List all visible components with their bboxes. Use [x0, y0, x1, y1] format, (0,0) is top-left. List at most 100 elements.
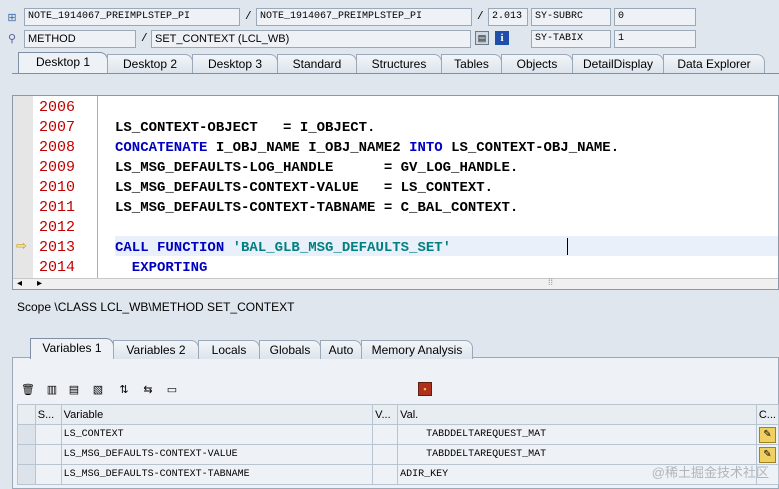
status-cell: [34, 424, 62, 445]
status-cell: [34, 464, 62, 485]
value-cell[interactable]: TABDDELTAREQUEST_MAT: [397, 424, 757, 445]
code-line[interactable]: CONCATENATE I_OBJ_NAME I_OBJ_NAME2 INTO …: [115, 138, 619, 158]
variable-cell[interactable]: LS_MSG_DEFAULTS-CONTEXT-TABNAME: [60, 464, 374, 485]
string-token: 'BAL_GLB_MSG_DEFAULTS_SET': [232, 240, 452, 256]
info-icon[interactable]: i: [495, 31, 509, 45]
tab-data-explorer[interactable]: Data Explorer: [663, 54, 765, 73]
load-icon[interactable]: ▤: [66, 382, 82, 398]
desktop-tabs: Desktop 1 Desktop 2 Desktop 3 Standard S…: [18, 52, 765, 73]
display-icon[interactable]: ▤: [475, 31, 489, 45]
sort-icon[interactable]: ⇅: [116, 382, 132, 398]
open-folder-icon[interactable]: ▭: [164, 382, 180, 398]
event-name-field: SET_CONTEXT (LCL_WB): [151, 30, 471, 48]
row-selector[interactable]: [17, 464, 36, 485]
column-header-value[interactable]: Val.: [397, 404, 757, 425]
watermark: @稀土掘金技术社区: [651, 465, 769, 480]
include-field: NOTE_1914067_PREIMPLSTEP_PI: [256, 8, 472, 26]
keyword-token: EXPORTING: [115, 260, 208, 276]
separator: /: [477, 11, 484, 23]
tab-desktop-1[interactable]: Desktop 1: [18, 52, 108, 73]
line-number: 2011: [39, 199, 76, 216]
edit-pencil-icon[interactable]: ✎: [758, 426, 776, 443]
code-line[interactable]: LS_MSG_DEFAULTS-CONTEXT-VALUE = LS_CONTE…: [115, 178, 493, 198]
variable-cell[interactable]: LS_CONTEXT: [60, 424, 374, 445]
line-number: 2007: [39, 119, 76, 136]
program-field: NOTE_1914067_PREIMPLSTEP_PI: [24, 8, 240, 26]
v-cell: [372, 464, 399, 485]
code-line[interactable]: EXPORTING: [115, 258, 208, 278]
keyword-token: CALL FUNCTION: [115, 240, 225, 256]
column-header-c[interactable]: C...: [755, 404, 779, 425]
tab-variables-2[interactable]: Variables 2: [113, 340, 199, 359]
separator: /: [245, 11, 252, 23]
tab-structures[interactable]: Structures: [356, 54, 442, 73]
code-token: LS_CONTEXT-OBJECT = I_OBJECT.: [115, 120, 376, 136]
line-number-separator: [97, 96, 98, 278]
tab-memory-analysis[interactable]: Memory Analysis: [361, 340, 473, 359]
line-number: 2008: [39, 139, 76, 156]
line-number: 2006: [39, 99, 76, 116]
code-token: LS_MSG_DEFAULTS-LOG_HANDLE = GV_LOG_HAND…: [115, 160, 519, 176]
variable-tabs: Variables 1 Variables 2 Locals Globals A…: [30, 338, 473, 359]
line-number: 2009: [39, 159, 76, 176]
sysvar1-value: 0: [614, 8, 696, 26]
code-token: LS_MSG_DEFAULTS-CONTEXT-TABNAME = C_BAL_…: [115, 200, 519, 216]
sysvar2-value: 1: [614, 30, 696, 48]
status-cell: [34, 444, 62, 465]
code-line[interactable]: CALL FUNCTION 'BAL_GLB_MSG_DEFAULTS_SET': [115, 238, 451, 258]
change-cell[interactable]: ✎: [755, 424, 779, 445]
scroll-grip-icon[interactable]: ⁞⁞: [548, 277, 553, 287]
code-line[interactable]: LS_CONTEXT-OBJECT = I_OBJECT.: [115, 118, 375, 138]
separator: /: [141, 33, 148, 45]
tab-desktop-2[interactable]: Desktop 2: [107, 54, 193, 73]
save-variables-icon[interactable]: ▧: [90, 382, 106, 398]
tab-detail-display[interactable]: DetailDisplay: [572, 54, 664, 73]
delete-all-icon[interactable]: ▥: [44, 382, 60, 398]
code-token: LS_CONTEXT-OBJ_NAME.: [442, 140, 620, 156]
event-type-field: METHOD: [24, 30, 136, 48]
horizontal-scrollbar[interactable]: ◂ ▸ ⁞⁞: [13, 277, 778, 289]
line-number: 2010: [39, 179, 76, 196]
keyword-token: CONCATENATE: [115, 140, 208, 156]
v-cell: [372, 424, 399, 445]
tab-auto[interactable]: Auto: [320, 340, 362, 359]
line-position-field: 2.013: [488, 8, 528, 26]
row-selector[interactable]: [17, 444, 36, 465]
save-icon[interactable]: ▪: [418, 382, 432, 396]
variable-cell[interactable]: LS_MSG_DEFAULTS-CONTEXT-VALUE: [60, 444, 374, 465]
v-cell: [372, 444, 399, 465]
transfer-icon[interactable]: ⇆: [140, 382, 156, 398]
current-line-arrow-icon: ⇨: [16, 238, 27, 253]
tab-strip-border: [12, 73, 779, 74]
row-selector[interactable]: [17, 424, 36, 445]
column-header-v[interactable]: V...: [372, 404, 399, 425]
cursor: [567, 238, 568, 255]
tab-locals[interactable]: Locals: [198, 340, 260, 359]
tab-tables[interactable]: Tables: [441, 54, 502, 73]
scope-label: Scope \CLASS LCL_WB\METHOD SET_CONTEXT: [17, 300, 295, 314]
code-line[interactable]: LS_MSG_DEFAULTS-CONTEXT-TABNAME = C_BAL_…: [115, 198, 518, 218]
tab-objects[interactable]: Objects: [501, 54, 573, 73]
code-token: I_OBJ_NAME I_OBJ_NAME2: [207, 140, 410, 156]
code-line[interactable]: LS_MSG_DEFAULTS-LOG_HANDLE = GV_LOG_HAND…: [115, 158, 518, 178]
variables-toolbar: 🗑 ▥ ▤ ▧ ⇅ ⇆ ▭: [20, 382, 188, 398]
sysvar1-name: SY-SUBRC: [531, 8, 611, 26]
sysvar2-name: SY-TABIX: [531, 30, 611, 48]
keyword-token: INTO: [409, 140, 443, 156]
program-icon: ⊞: [7, 11, 17, 24]
scroll-right-icon[interactable]: ▸: [37, 278, 42, 289]
code-editor[interactable]: ⇨ 2006 2007 2008 2009 2010 2011 2012 2013 2014 L…: [12, 95, 779, 290]
table-row[interactable]: LS_CONTEXT TABDDELTAREQUEST_MAT ✎: [17, 424, 779, 445]
tab-globals[interactable]: Globals: [259, 340, 321, 359]
tab-desktop-3[interactable]: Desktop 3: [192, 54, 278, 73]
row-selector-header: [17, 404, 36, 425]
column-header-status[interactable]: S...: [34, 404, 62, 425]
tab-standard[interactable]: Standard: [277, 54, 357, 73]
scroll-left-icon[interactable]: ◂: [17, 278, 22, 289]
tab-variables-1[interactable]: Variables 1: [30, 338, 114, 359]
column-header-variable[interactable]: Variable: [60, 404, 374, 425]
edit-pencil-icon[interactable]: ✎: [758, 446, 776, 463]
delete-icon[interactable]: 🗑: [20, 382, 36, 398]
line-number: 2012: [39, 219, 76, 236]
